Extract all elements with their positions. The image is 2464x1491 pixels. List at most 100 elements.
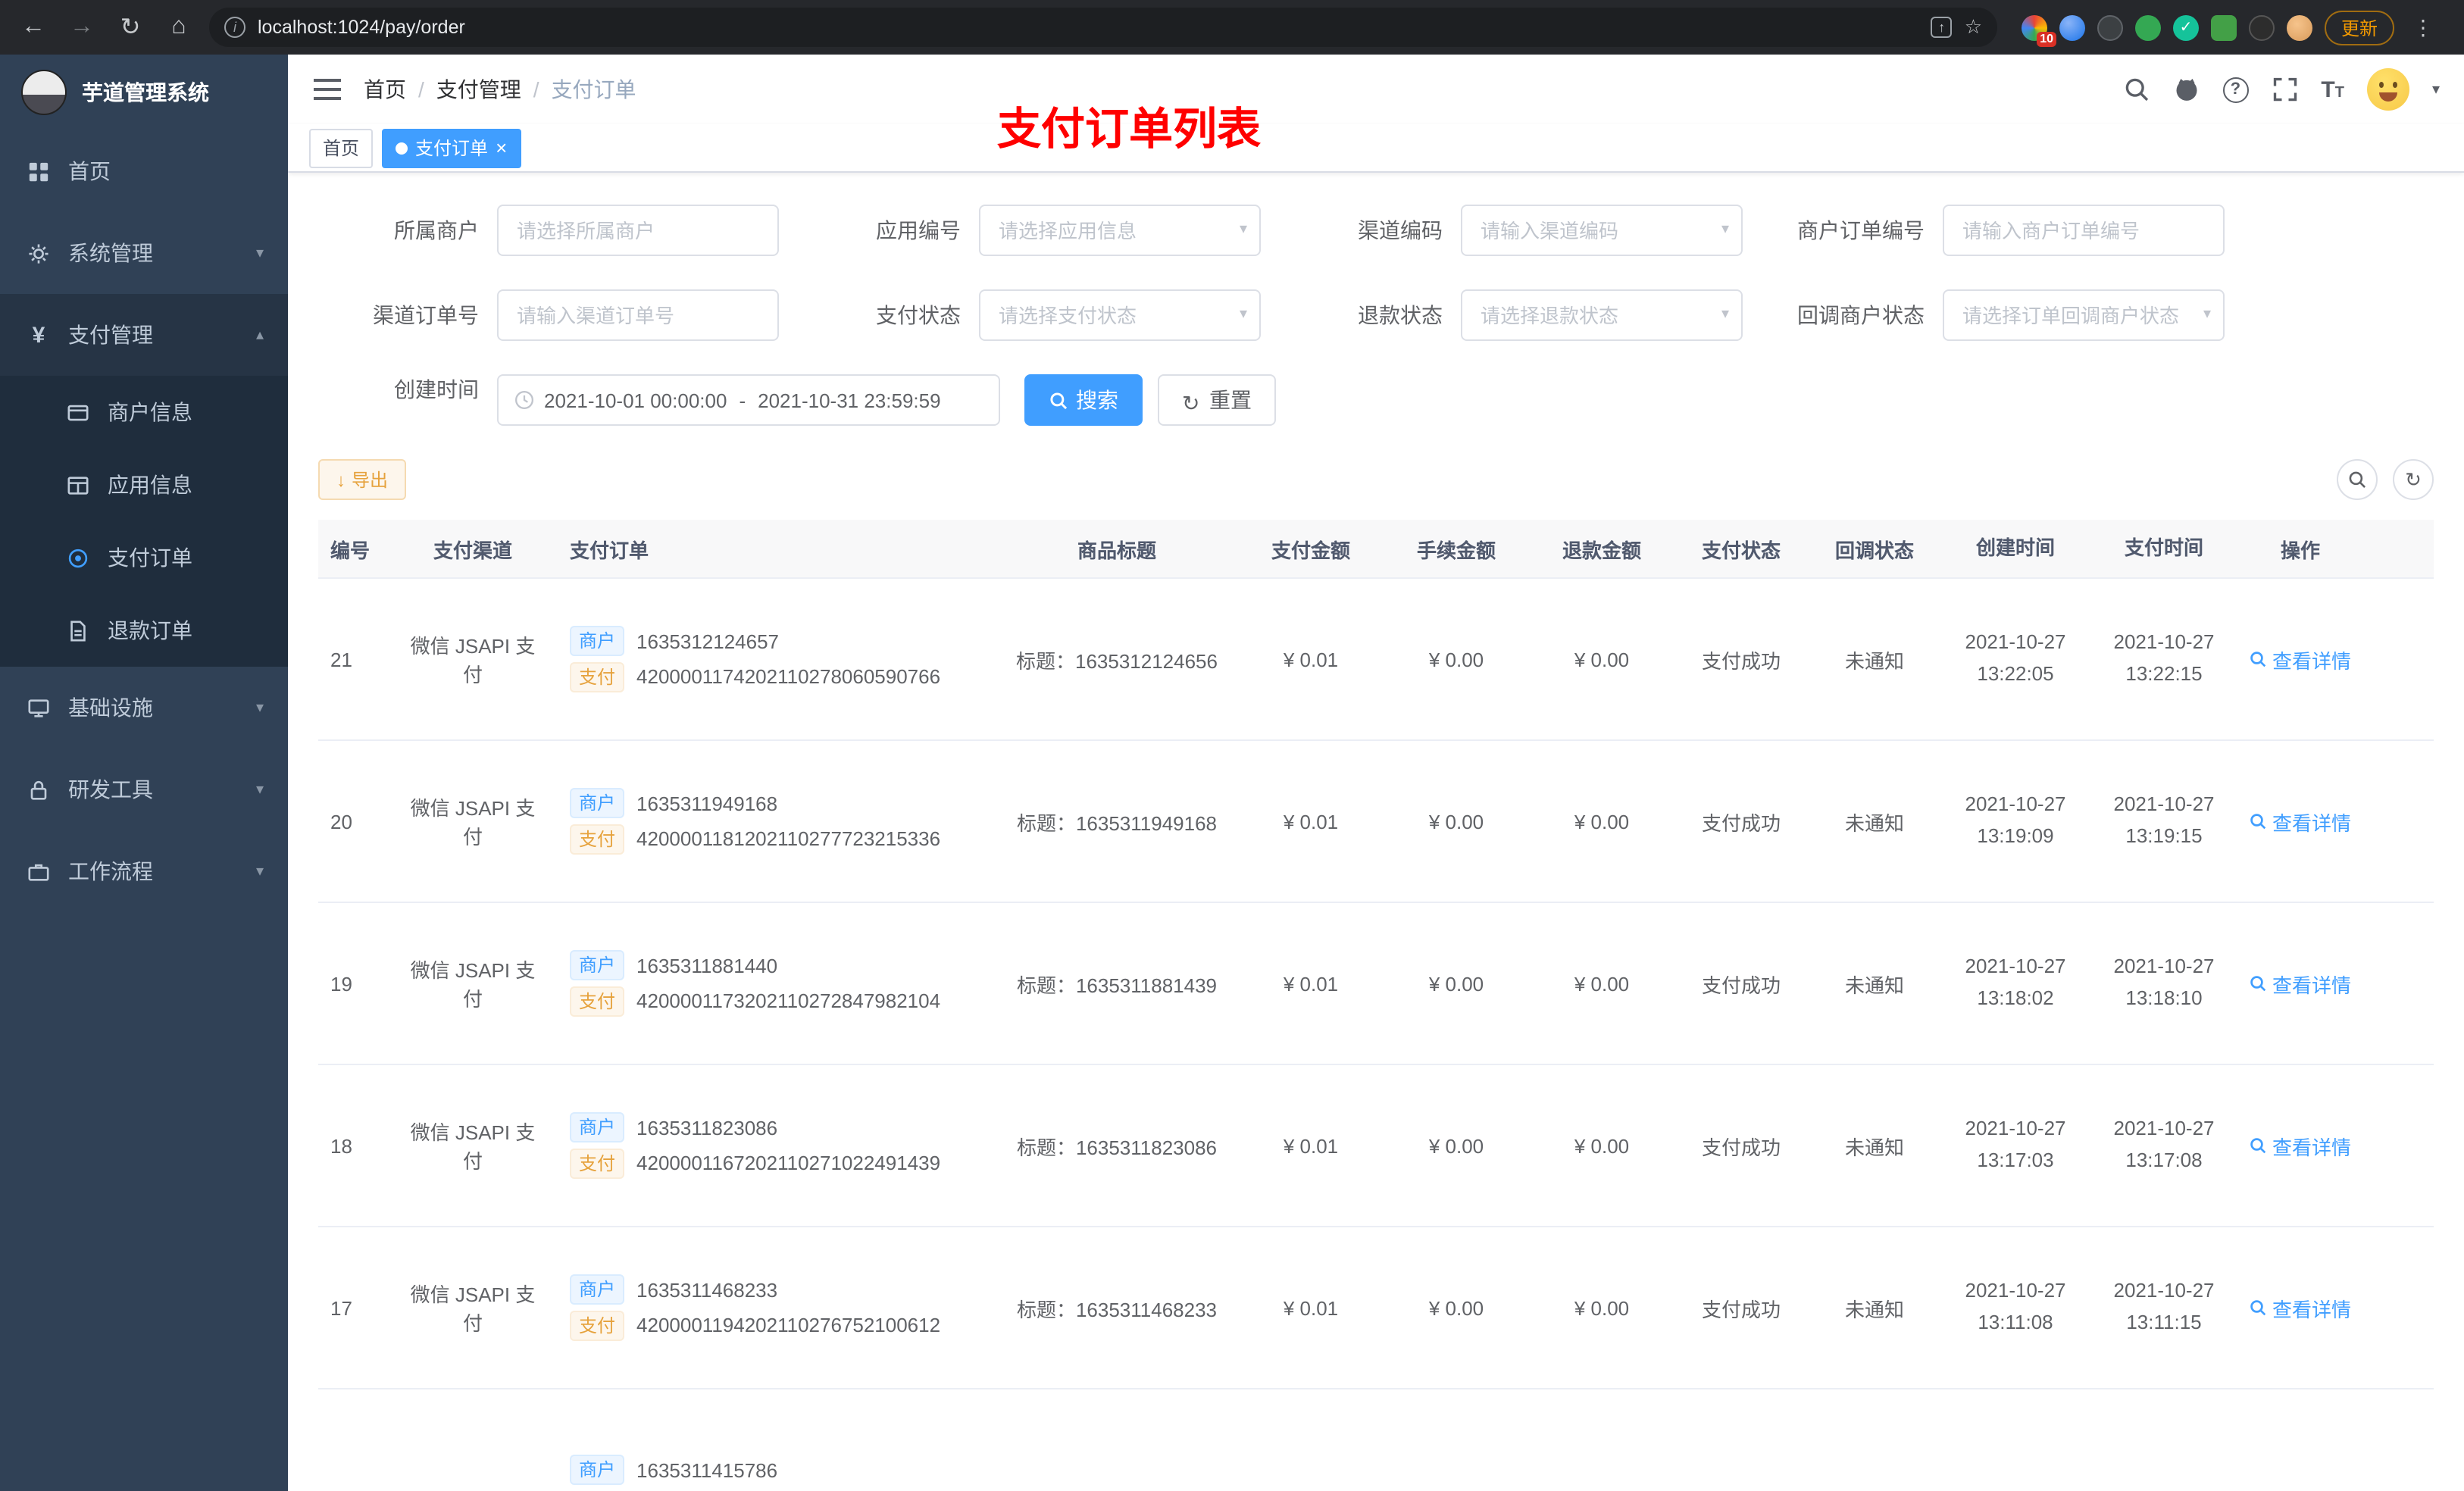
create-time-start: 2021-10-01 00:00:00 [544, 389, 727, 411]
sidebar-item-system[interactable]: 系统管理 ▾ [0, 212, 288, 294]
cell-channel: 微信 JSAPI 支付 [410, 797, 536, 849]
browser-home-icon[interactable]: ⌂ [161, 9, 197, 45]
pay-status-select[interactable] [979, 289, 1261, 341]
bookmark-star-icon[interactable]: ☆ [1965, 15, 1982, 39]
app-logo[interactable]: 芋道管理系统 [0, 55, 288, 130]
search-button[interactable]: 搜索 [1024, 374, 1143, 426]
address-bar[interactable]: i localhost:1024/pay/order ↑ ☆ [209, 8, 1997, 47]
sidebar-item-pay-order[interactable]: 支付订单 [0, 521, 288, 594]
view-detail-link[interactable]: 查看详情 [2250, 807, 2351, 836]
export-button[interactable]: ↓ 导出 [318, 459, 407, 500]
font-size-icon[interactable]: TT [2321, 77, 2344, 102]
channel-order-no-input[interactable] [497, 289, 779, 341]
extension-drop-icon[interactable] [2059, 14, 2085, 40]
header-pay-order: 支付订单 [570, 539, 649, 561]
view-detail-link[interactable]: 查看详情 [2250, 1131, 2351, 1160]
sidebar-item-label: 基础设施 [68, 695, 153, 720]
refund-status-select[interactable] [1461, 289, 1743, 341]
chevron-up-icon: ▴ [255, 327, 264, 343]
browser-back-icon[interactable]: ← [15, 9, 52, 45]
header-notify-status: 回调状态 [1834, 539, 1914, 561]
merchant-tag: 商户 [570, 1112, 625, 1143]
merchant-order-no: 1635311468233 [636, 1278, 778, 1302]
breadcrumb-payment[interactable]: 支付管理 [436, 74, 521, 105]
extension-check-icon[interactable]: ✓ [2173, 14, 2199, 40]
reset-button[interactable]: ↻ 重置 [1158, 374, 1276, 426]
tab-close-icon[interactable]: × [496, 138, 507, 158]
header-refund-amount: 退款金额 [1562, 539, 1641, 561]
sidebar-item-dev-tools[interactable]: 研发工具 ▾ [0, 749, 288, 830]
cell-id: 18 [330, 1134, 352, 1157]
sidebar-item-infrastructure[interactable]: 基础设施 ▾ [0, 667, 288, 749]
hamburger-icon[interactable] [312, 74, 342, 105]
merchant-order-no-input[interactable] [1943, 205, 2225, 256]
orders-table: 编号 支付渠道 支付订单 商品标题 支付金额 手续金额 退款金额 支付状态 回调… [318, 520, 2434, 1491]
view-detail-link[interactable]: 查看详情 [2250, 645, 2351, 674]
cell-title: 标题：1635312124656 [1016, 649, 1218, 672]
browser-profile-avatar[interactable] [2287, 14, 2312, 40]
browser-update-button[interactable]: 更新 [2325, 10, 2395, 45]
cell-pay-time: 2021-10-27 13:17:08 [2113, 1117, 2215, 1171]
tab-pay-order[interactable]: 支付订单 × [382, 128, 521, 167]
extension-green-icon[interactable] [2135, 14, 2161, 40]
tab-label: 首页 [323, 138, 360, 159]
navbar-actions: ? TT ▾ [2122, 68, 2440, 111]
extension-dark-icon[interactable] [2097, 14, 2123, 40]
view-detail-link[interactable]: 查看详情 [2250, 969, 2351, 998]
sidebar-item-label: 工作流程 [68, 859, 153, 883]
cell-title: 标题：1635311949168 [1016, 811, 1218, 834]
cell-title: 标题：1635311881439 [1016, 974, 1218, 996]
cell-pay-order: 商户 1635311415786 [549, 1449, 996, 1490]
avatar-caret-icon[interactable]: ▾ [2432, 81, 2440, 98]
extension-pin-icon[interactable] [2249, 14, 2275, 40]
chevron-down-icon: ▾ [255, 781, 264, 798]
extension-colorful-icon[interactable]: 10 [2022, 14, 2056, 46]
header-pay-status: 支付状态 [1701, 539, 1781, 561]
cell-pay-time: 2021-10-27 13:18:10 [2113, 955, 2215, 1009]
browser-forward-icon[interactable]: → [64, 9, 100, 45]
toggle-search-button[interactable] [2337, 459, 2378, 500]
sidebar-item-app-info[interactable]: 应用信息 [0, 449, 288, 521]
pay-tag: 支付 [570, 986, 625, 1017]
breadcrumb-separator: / [533, 77, 539, 102]
share-icon[interactable]: ↑ [1931, 17, 1953, 38]
url-text[interactable]: localhost:1024/pay/order [258, 17, 1919, 38]
create-time-range-picker[interactable]: 2021-10-01 00:00:00 - 2021-10-31 23:59:5… [497, 374, 1000, 426]
channel-code-select[interactable] [1461, 205, 1743, 256]
view-detail-link[interactable]: 查看详情 [2250, 1293, 2351, 1322]
download-icon: ↓ [336, 469, 346, 490]
breadcrumb-home[interactable]: 首页 [364, 74, 406, 105]
merchant-input[interactable] [497, 205, 779, 256]
app-no-select[interactable] [979, 205, 1261, 256]
refresh-table-button[interactable]: ↻ [2393, 459, 2434, 500]
cell-refund-amount: ¥ 0.00 [1574, 972, 1630, 995]
fullscreen-icon[interactable] [2271, 76, 2298, 103]
screen: ← → ↻ ⌂ i localhost:1024/pay/order ↑ ☆ 1… [0, 0, 2464, 1491]
sidebar-item-payment[interactable]: ¥ 支付管理 ▴ [0, 294, 288, 376]
header-pay-amount: 支付金额 [1271, 539, 1350, 561]
filter-row-3: 创建时间 2021-10-01 00:00:00 - 2021-10-31 23… [318, 374, 2434, 426]
clock-icon [514, 389, 535, 411]
sidebar-item-workflow[interactable]: 工作流程 ▾ [0, 830, 288, 912]
search-icon[interactable] [2122, 76, 2150, 103]
breadcrumb-separator: / [418, 77, 424, 102]
browser-menu-icon[interactable]: ⋮ [2406, 14, 2440, 40]
cell-pay-amount: ¥ 0.01 [1283, 1134, 1339, 1157]
callback-status-select[interactable] [1943, 289, 2225, 341]
cell-id: 21 [330, 648, 352, 670]
browser-reload-icon[interactable]: ↻ [112, 9, 149, 45]
site-info-icon[interactable]: i [224, 17, 245, 38]
sidebar-item-merchant-info[interactable]: 商户信息 [0, 376, 288, 449]
sidebar-item-home[interactable]: 首页 [0, 130, 288, 212]
user-avatar[interactable] [2366, 68, 2409, 111]
help-icon[interactable]: ? [2222, 77, 2249, 102]
cell-fee-amount: ¥ 0.00 [1428, 972, 1484, 995]
cell-create-time: 2021-10-27 13:17:03 [1965, 1117, 2066, 1171]
tab-home[interactable]: 首页 [309, 128, 374, 167]
sidebar-item-label: 系统管理 [68, 241, 153, 265]
merchant-tag: 商户 [570, 950, 625, 981]
merchant-tag: 商户 [570, 788, 625, 819]
extension-chat-icon[interactable] [2211, 14, 2237, 40]
github-icon[interactable] [2172, 76, 2200, 103]
sidebar-item-refund-order[interactable]: 退款订单 [0, 594, 288, 667]
